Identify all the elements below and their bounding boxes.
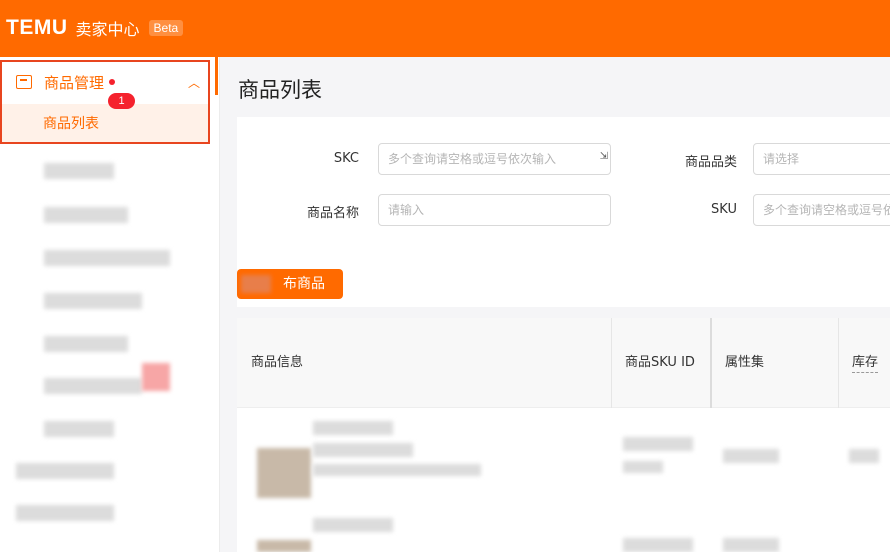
beta-badge: Beta: [148, 20, 184, 36]
column-stock-label: 库存: [852, 355, 879, 373]
product-table: 商品信息 商品SKU ID 属性集 库存: [237, 318, 890, 552]
blurred-menu-item[interactable]: [44, 250, 170, 266]
product-name-input[interactable]: 请输入: [378, 194, 611, 226]
product-name-placeholder: 请输入: [388, 203, 425, 217]
blurred-product-text: [313, 464, 481, 476]
blurred-menu-item[interactable]: [16, 463, 114, 479]
column-product-info: 商品信息: [251, 355, 304, 370]
blurred-attributes: [723, 538, 779, 552]
column-stock: 库存: [852, 318, 879, 408]
product-name-label: 商品名称: [306, 206, 359, 221]
active-indicator: [215, 57, 218, 95]
category-placeholder: 请选择: [763, 152, 800, 166]
blurred-badge: [142, 363, 170, 391]
app-name: 卖家中心: [75, 20, 140, 39]
box-icon: [16, 75, 32, 89]
blurred-stock: [849, 449, 879, 463]
sidebar-item-product-list[interactable]: 商品列表: [2, 104, 208, 142]
sidebar-group-label: 商品管理: [44, 73, 105, 92]
page-title: 商品列表: [238, 78, 322, 102]
column-attributes: 属性集: [725, 355, 765, 370]
publish-button-label: 布商品: [283, 276, 325, 292]
blurred-menu-item[interactable]: [44, 378, 142, 394]
sidebar-item-label: 商品列表: [43, 116, 99, 132]
chevron-up-icon[interactable]: ︿: [188, 74, 200, 91]
blurred-product-image[interactable]: [257, 448, 311, 498]
blurred-sku-id: [623, 538, 693, 552]
skc-label: SKC: [333, 151, 359, 166]
blurred-attributes: [723, 449, 779, 463]
blurred-menu-item[interactable]: [44, 293, 142, 309]
table-header: 商品信息 商品SKU ID 属性集 库存: [237, 318, 890, 408]
blurred-sku-id: [623, 437, 693, 451]
category-label: 商品品类: [684, 155, 737, 170]
top-header: TEMU 卖家中心 Beta: [0, 0, 890, 57]
sidebar: 商品管理 ︿ 商品列表: [0, 57, 220, 552]
column-divider: [838, 318, 839, 408]
category-select[interactable]: 请选择: [753, 143, 890, 175]
blurred-menu-item[interactable]: [44, 207, 128, 223]
resize-handle-icon[interactable]: ⇲: [600, 144, 608, 172]
blurred-menu-item[interactable]: [44, 421, 114, 437]
sku-input[interactable]: 多个查询请空格或逗号依次输入: [753, 194, 890, 226]
skc-input[interactable]: 多个查询请空格或逗号依次输入 ⇲: [378, 143, 611, 175]
blurred-menu-item[interactable]: [44, 336, 128, 352]
brand[interactable]: TEMU 卖家中心 Beta: [6, 16, 184, 40]
sku-label: SKU: [711, 202, 737, 217]
column-divider: [611, 318, 612, 408]
blurred-menu-item[interactable]: [16, 505, 114, 521]
blurred-product-text: [313, 443, 413, 457]
notification-dot: [109, 79, 116, 85]
column-sku-id: 商品SKU ID: [625, 355, 695, 370]
temu-logo: TEMU: [6, 16, 68, 39]
main-content: 商品列表 SKC 多个查询请空格或逗号依次输入 ⇲ 商品品类 请选择 商品名称 …: [221, 57, 890, 552]
sku-placeholder: 多个查询请空格或逗号依次输入: [763, 203, 890, 217]
blurred-product-title[interactable]: [313, 421, 393, 435]
blurred-menu-item[interactable]: [44, 163, 114, 179]
blurred-product-image[interactable]: [257, 540, 311, 552]
sidebar-group-product-management: 商品管理 ︿ 商品列表: [0, 60, 210, 144]
blurred-button-prefix: [241, 275, 271, 293]
count-badge: 1: [108, 93, 135, 109]
sidebar-group-header[interactable]: 商品管理 ︿: [2, 62, 208, 102]
skc-placeholder: 多个查询请空格或逗号依次输入: [388, 152, 557, 166]
column-divider[interactable]: [710, 318, 712, 408]
blurred-sku-id: [623, 461, 663, 473]
blurred-product-title[interactable]: [313, 518, 393, 532]
